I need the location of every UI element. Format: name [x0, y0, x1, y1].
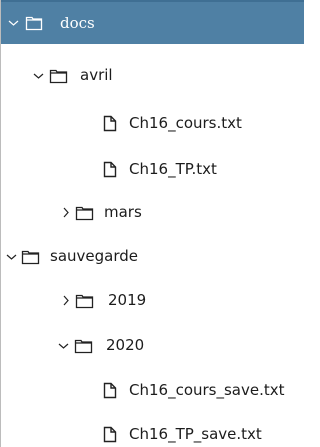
tree-item-label: avril [80, 66, 113, 84]
tree-item-ch16-tp[interactable]: Ch16_TP.txt [1, 147, 304, 192]
chevron-right-icon[interactable] [60, 207, 72, 219]
tree-item-sauvegarde[interactable]: sauvegarde [1, 234, 304, 279]
tree-item-label: mars [104, 203, 142, 221]
tree-item-avril[interactable]: avril [1, 53, 304, 98]
tree-item-label: Ch16_cours_save.txt [129, 381, 285, 399]
folder-icon [25, 15, 43, 31]
tree-item-ch16-cours[interactable]: Ch16_cours.txt [1, 101, 304, 146]
file-tree: docs avril Ch16_cours.txt Ch16_TP.txt ma… [0, 0, 304, 447]
tree-item-label: Ch16_TP.txt [129, 160, 217, 178]
chevron-down-icon[interactable] [32, 70, 44, 82]
tree-item-label: docs [60, 13, 95, 32]
tree-item-label: Ch16_cours.txt [129, 114, 242, 132]
file-icon [103, 115, 117, 132]
folder-icon [75, 205, 94, 221]
tree-item-2019[interactable]: 2019 [1, 278, 304, 323]
tree-item-label: 2020 [106, 336, 145, 354]
file-icon [103, 382, 117, 399]
tree-item-label: Ch16_TP_save.txt [129, 425, 262, 443]
tree-item-ch16-cours-save[interactable]: Ch16_cours_save.txt [1, 368, 304, 413]
folder-icon [75, 293, 94, 309]
chevron-down-icon[interactable] [7, 17, 19, 29]
tree-item-label: 2019 [108, 291, 147, 309]
tree-item-ch16-tp-save[interactable]: Ch16_TP_save.txt [1, 412, 304, 447]
folder-icon [74, 338, 93, 354]
folder-icon [21, 249, 40, 265]
file-icon [103, 426, 117, 443]
tree-item-2020[interactable]: 2020 [1, 323, 304, 368]
tree-item-mars[interactable]: mars [1, 190, 304, 235]
tree-item-docs[interactable]: docs [1, 0, 304, 44]
chevron-down-icon[interactable] [5, 251, 17, 263]
file-icon [103, 161, 117, 178]
folder-icon [49, 68, 68, 84]
tree-item-label: sauvegarde [50, 247, 138, 265]
chevron-down-icon[interactable] [57, 340, 69, 352]
chevron-right-icon[interactable] [60, 295, 72, 307]
